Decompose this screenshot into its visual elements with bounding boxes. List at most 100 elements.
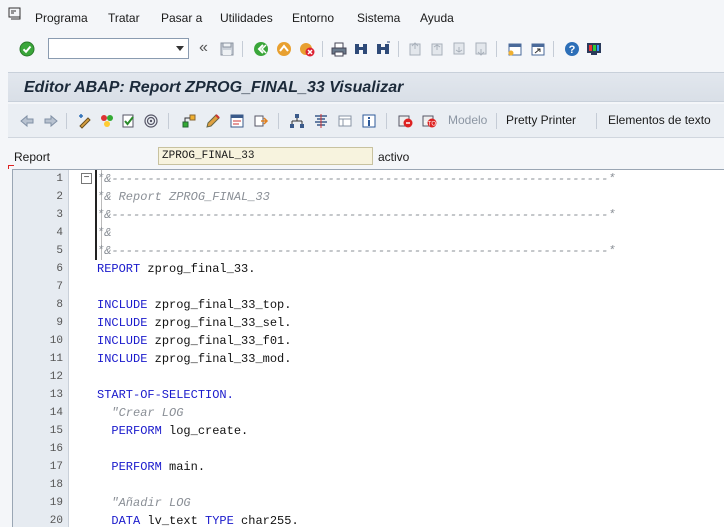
find-next-icon[interactable] <box>374 40 392 58</box>
arrow-right-icon[interactable] <box>42 112 60 130</box>
session-breakpoint-icon[interactable]: STOP <box>420 112 438 130</box>
display-change-icon[interactable] <box>76 112 94 130</box>
cancel-icon[interactable] <box>298 40 316 58</box>
code-line[interactable]: INCLUDE zprog_final_33_f01. <box>97 332 724 350</box>
menu-ayuda[interactable]: Ayuda <box>420 11 454 25</box>
layout-icon[interactable] <box>336 112 354 130</box>
code-comment: *&--------------------------------------… <box>97 244 616 258</box>
enhance-icon[interactable] <box>252 112 270 130</box>
line-number: 6 <box>56 263 63 275</box>
menu-utilidades[interactable]: Utilidades <box>220 11 273 25</box>
code-keyword: INCLUDE <box>97 352 148 366</box>
line-number: 18 <box>49 479 63 491</box>
arrow-left-icon[interactable] <box>18 112 36 130</box>
breakpoint-icon[interactable] <box>396 112 414 130</box>
code-keyword: START-OF-SELECTION. <box>97 388 234 402</box>
code-line[interactable] <box>97 278 724 296</box>
code-line[interactable]: *& <box>97 224 724 242</box>
command-field[interactable] <box>48 38 189 59</box>
info-icon[interactable] <box>360 112 378 130</box>
code-line[interactable] <box>97 440 724 458</box>
active-inactive-icon[interactable] <box>98 112 116 130</box>
fold-toggle-icon[interactable]: − <box>81 173 92 184</box>
check-syntax-icon[interactable] <box>120 112 138 130</box>
create-session-icon[interactable] <box>506 40 524 58</box>
code-keyword: TYPE <box>205 514 234 527</box>
code-line[interactable] <box>97 476 724 494</box>
code-line[interactable]: *&--------------------------------------… <box>97 170 724 188</box>
customize-layout-icon[interactable] <box>585 40 603 58</box>
pretty-printer-button[interactable]: Pretty Printer <box>506 113 576 127</box>
code-keyword: PERFORM <box>97 424 162 438</box>
last-page-icon[interactable] <box>472 40 490 58</box>
code-editor[interactable]: − 1 *&-----------------------------------… <box>12 169 724 527</box>
code-line[interactable]: INCLUDE zprog_final_33_sel. <box>97 314 724 332</box>
print-icon[interactable] <box>330 40 348 58</box>
enter-check-icon[interactable] <box>18 40 36 58</box>
line-number: 8 <box>56 299 63 311</box>
save-icon[interactable] <box>218 40 236 58</box>
menu-pasar-a[interactable]: Pasar a <box>161 11 202 25</box>
line-number: 1 <box>56 173 63 185</box>
menu-sistema[interactable]: Sistema <box>357 11 400 25</box>
line-number: 19 <box>49 497 63 509</box>
align-icon[interactable] <box>312 112 330 130</box>
elementos-de-texto-button[interactable]: Elementos de texto <box>608 113 711 127</box>
code-keyword: DATA <box>97 514 141 527</box>
find-icon[interactable] <box>352 40 370 58</box>
line-number: 15 <box>49 425 63 437</box>
application-toolbar: STOP Modelo Pretty Printer Elementos de … <box>8 104 724 138</box>
command-dropdown-icon[interactable] <box>176 46 184 51</box>
code-text: zprog_final_33. <box>140 262 256 276</box>
svg-text:?: ? <box>569 44 576 56</box>
shortcut-icon[interactable] <box>529 40 547 58</box>
back-icon[interactable] <box>252 40 270 58</box>
code-keyword: INCLUDE <box>97 316 148 330</box>
line-number: 7 <box>56 281 63 293</box>
code-text: zprog_final_33_mod. <box>147 352 292 366</box>
code-line[interactable]: PERFORM log_create. <box>97 422 724 440</box>
code-line[interactable]: REPORT zprog_final_33. <box>97 260 724 278</box>
code-line[interactable]: "Añadir LOG <box>97 494 724 512</box>
code-text: main. <box>161 460 206 474</box>
line-number: 20 <box>49 515 63 527</box>
navigation-window-icon[interactable] <box>228 112 246 130</box>
code-line[interactable]: PERFORM main. <box>97 458 724 476</box>
code-line[interactable]: *& Report ZPROG_FINAL_33 <box>97 188 724 206</box>
code-line[interactable]: DATA lv_text TYPE char255. <box>97 512 724 527</box>
code-line[interactable]: *&--------------------------------------… <box>97 242 724 260</box>
code-comment: *& Report ZPROG_FINAL_33 <box>97 190 270 204</box>
next-page-icon[interactable] <box>450 40 468 58</box>
code-line[interactable] <box>97 368 724 386</box>
code-text: log_create. <box>161 424 249 438</box>
line-number: 14 <box>49 407 63 419</box>
code-line[interactable]: "Crear LOG <box>97 404 724 422</box>
menu-tratar[interactable]: Tratar <box>108 11 140 25</box>
code-line[interactable]: INCLUDE zprog_final_33_top. <box>97 296 724 314</box>
code-line[interactable]: INCLUDE zprog_final_33_mod. <box>97 350 724 368</box>
where-used-icon[interactable] <box>142 112 160 130</box>
menu-programa[interactable]: Programa <box>35 11 88 25</box>
help-icon[interactable]: ? <box>563 40 581 58</box>
modelo-button[interactable]: Modelo <box>448 113 487 127</box>
hierarchy-icon[interactable] <box>288 112 306 130</box>
app-menu-icon[interactable] <box>8 7 22 21</box>
collapse-chevron-icon[interactable]: « <box>199 39 208 57</box>
svg-text:STOP: STOP <box>424 122 437 128</box>
exit-icon[interactable] <box>275 40 293 58</box>
report-row: Report ZPROG_FINAL_33 activo <box>0 146 724 168</box>
report-name-field[interactable]: ZPROG_FINAL_33 <box>158 147 373 165</box>
pencil-icon[interactable] <box>204 112 222 130</box>
code-keyword: INCLUDE <box>97 334 148 348</box>
code-line[interactable]: *&--------------------------------------… <box>97 206 724 224</box>
line-number: 10 <box>49 335 63 347</box>
code-line[interactable]: START-OF-SELECTION. <box>97 386 724 404</box>
first-page-icon[interactable] <box>406 40 424 58</box>
previous-page-icon[interactable] <box>428 40 446 58</box>
code-text: zprog_final_33_sel. <box>147 316 292 330</box>
code-comment: *&--------------------------------------… <box>97 172 616 186</box>
line-number: 9 <box>56 317 63 329</box>
menu-entorno[interactable]: Entorno <box>292 11 334 25</box>
code-keyword: REPORT <box>97 262 141 276</box>
object-list-icon[interactable] <box>180 112 198 130</box>
